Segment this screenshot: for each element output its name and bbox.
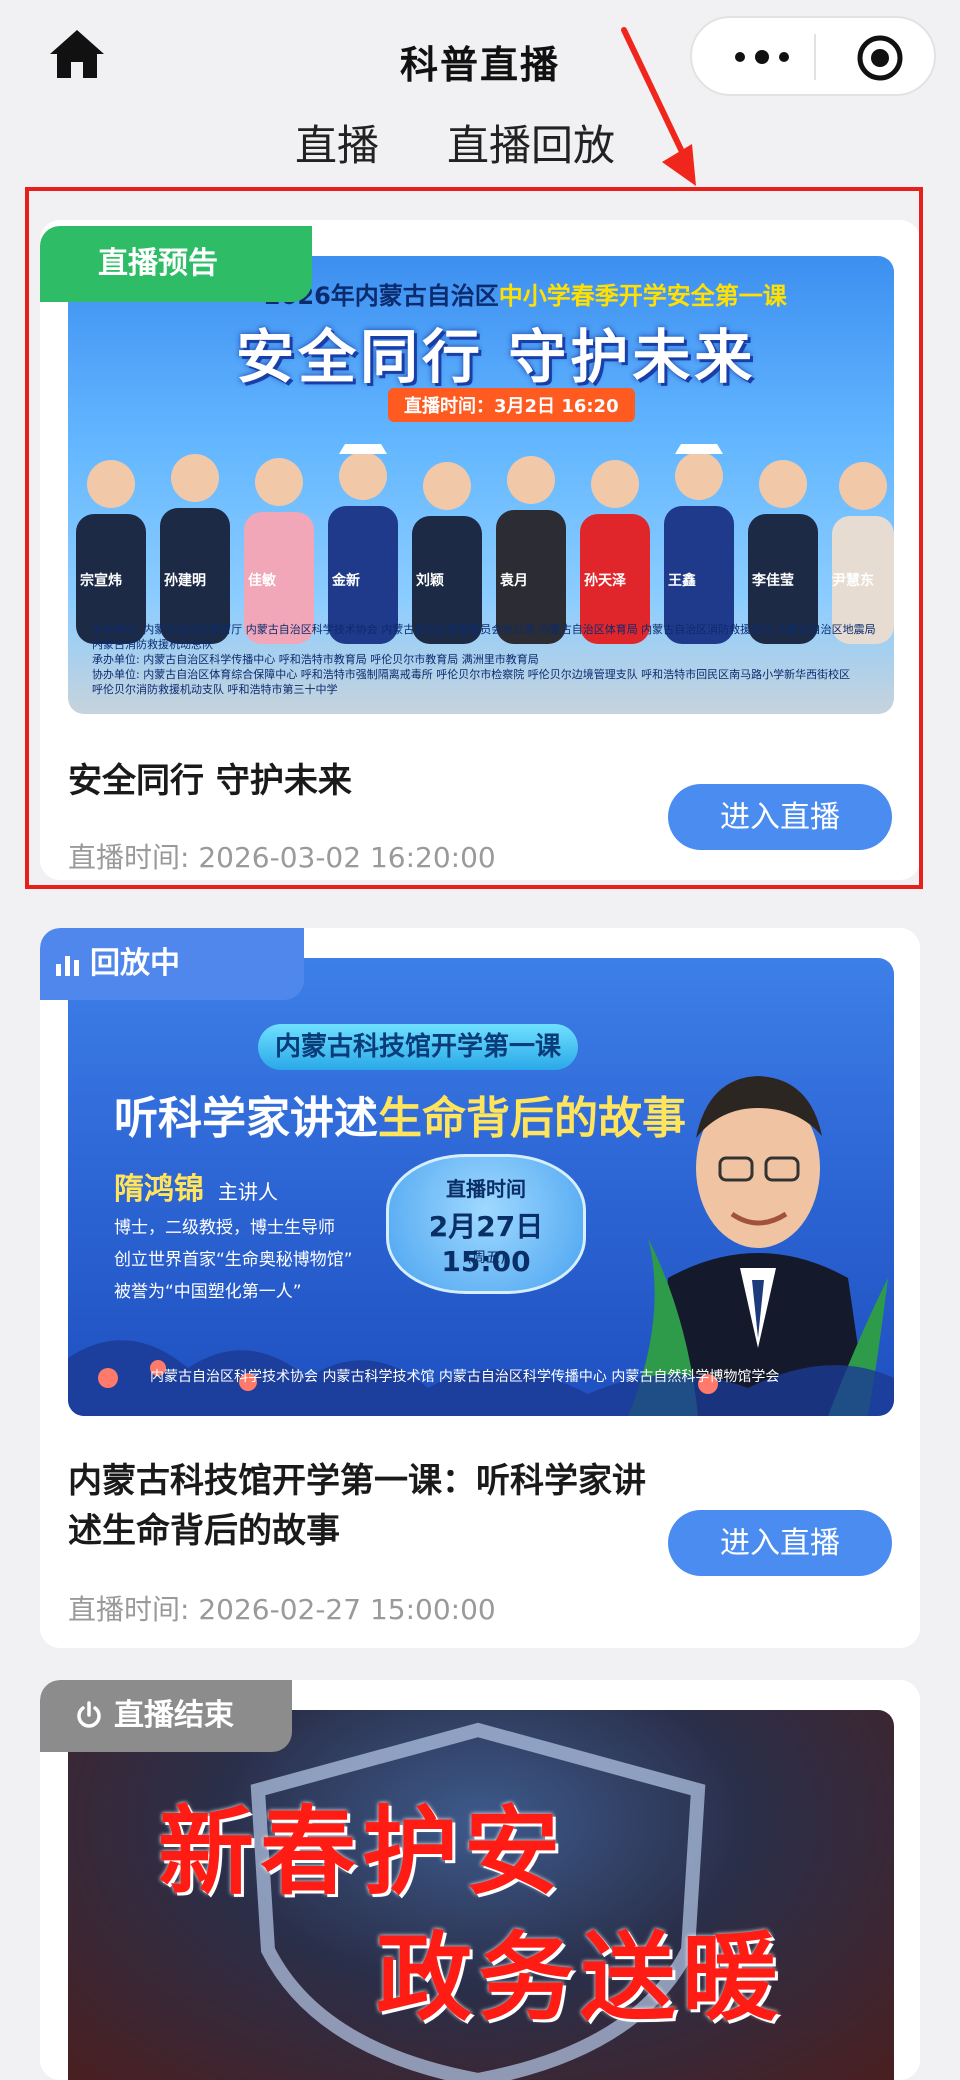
live-card-ended[interactable]: 新春护安 政务送暖 直播结束 <box>40 1680 920 2080</box>
badge-label: 直播结束 <box>114 1698 234 1733</box>
target-icon[interactable] <box>856 34 904 82</box>
speaker-description: 博士，二级教授，博士生导师 创立世界首家“生命奥秘博物馆” 被誉为“中国塑化第一… <box>114 1212 353 1308</box>
time-bubble: 直播时间 2月27日 15:00 (周五) <box>386 1154 586 1294</box>
coral-decoration <box>68 1340 894 1416</box>
card-time: 直播时间: 2026-02-27 15:00:00 <box>68 1593 496 1626</box>
banner-line-2: 政务送暖 <box>376 1922 784 2034</box>
speaker-desc-line: 创立世界首家“生命奥秘博物馆” <box>114 1250 353 1270</box>
tab-live[interactable]: 直播 <box>295 112 379 173</box>
annotation-arrow <box>621 27 696 186</box>
speaker-name: 隋鸿锦 主讲人 <box>114 1172 278 1207</box>
live-card-replay[interactable]: 内蒙古科技馆开学第一课 听科学家讲述生命背后的故事 隋鸿锦 主讲人 博士，二级教授… <box>40 928 920 1648</box>
tab-replay[interactable]: 直播回放 <box>447 112 615 173</box>
banner-organizers: 内蒙古自治区科学技术协会 内蒙古科学技术馆 内蒙古自治区科学传播中心 内蒙古自然… <box>150 1369 780 1385</box>
bubble-label: 直播时间 <box>446 1177 526 1201</box>
status-badge: 回放中 <box>40 928 304 1000</box>
replay-banner-image: 内蒙古科技馆开学第一课 听科学家讲述生命背后的故事 隋鸿锦 主讲人 博士，二级教授… <box>68 958 894 1416</box>
banner-main-title: 听科学家讲述生命背后的故事 <box>114 1093 686 1144</box>
speaker-desc-line: 博士，二级教授，博士生导师 <box>114 1218 335 1238</box>
capsule-divider <box>814 34 816 80</box>
ended-banner-image: 新春护安 政务送暖 <box>68 1710 894 2080</box>
mini-program-capsule <box>690 16 936 96</box>
tab-bar: 直播 直播回放 <box>0 112 960 172</box>
status-badge: 直播结束 <box>40 1680 292 1752</box>
badge-label: 回放中 <box>90 946 180 981</box>
bubble-weekday: (周五) <box>466 1250 506 1266</box>
bubble-time: 2月27日 15:00 <box>428 1210 544 1278</box>
enter-live-button[interactable]: 进入直播 <box>668 1510 892 1576</box>
bar-chart-icon <box>56 956 79 976</box>
power-icon <box>77 1701 101 1728</box>
card-title: 内蒙古科技馆开学第一课：听科学家讲述生命背后的故事 <box>68 1461 646 1551</box>
annotation-highlight-box <box>25 187 923 889</box>
banner-pill: 内蒙古科技馆开学第一课 <box>258 1024 578 1070</box>
more-dots-icon[interactable] <box>730 42 820 72</box>
banner-line-1: 新春护安 <box>158 1796 566 1908</box>
nav-bar: 科普直播 <box>0 0 960 120</box>
